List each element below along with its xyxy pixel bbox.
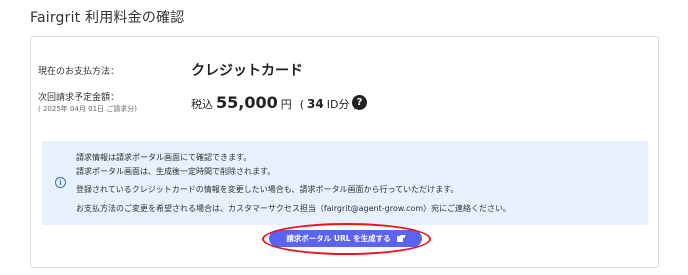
payment-method-value: クレジットカード: [191, 63, 303, 79]
amount-unit: 円: [280, 98, 292, 111]
billing-amount: 税込 55,000 円 ( 34 ID分 ): [191, 93, 357, 112]
info-line: 請求ポータル画面は、生成後一定時間で削除されます。: [76, 167, 276, 176]
page-title: Fairgrit 利用料金の確認: [30, 10, 185, 26]
id-count: 34: [307, 97, 324, 111]
info-circle-icon: i: [55, 177, 66, 188]
info-line: 登録されているクレジットカードの情報を変更したい場合も、請求ポータル画面から行っ…: [76, 185, 459, 194]
info-line: お支払方法のご変更を希望される場合は、カスタマーサクセス担当（fairgrit@…: [76, 204, 512, 213]
info-line: 請求情報は請求ポータル画面にて確認できます。: [76, 153, 252, 162]
amount-value: 55,000: [216, 93, 278, 112]
external-link-icon: [396, 235, 405, 242]
amount-paren-open: (: [299, 98, 305, 111]
billing-card: 現在のお支払方法： クレジットカード 次回請求予定金額： ( 2025年 04月…: [30, 36, 659, 268]
payment-method-label: 現在のお支払方法：: [38, 67, 120, 77]
next-billing-label: 次回請求予定金額：: [38, 93, 120, 103]
next-billing-date: ( 2025年 04月 01日 ご請求分): [38, 105, 137, 113]
amount-tax-prefix: 税込: [191, 98, 213, 111]
info-box: i 請求情報は請求ポータル画面にて確認できます。 請求ポータル画面は、生成後一定…: [42, 141, 648, 225]
question-circle-icon[interactable]: ?: [352, 95, 367, 110]
generate-portal-url-button[interactable]: 請求ポータル URL を生成する: [269, 230, 422, 247]
generate-button-label: 請求ポータル URL を生成する: [286, 234, 391, 243]
